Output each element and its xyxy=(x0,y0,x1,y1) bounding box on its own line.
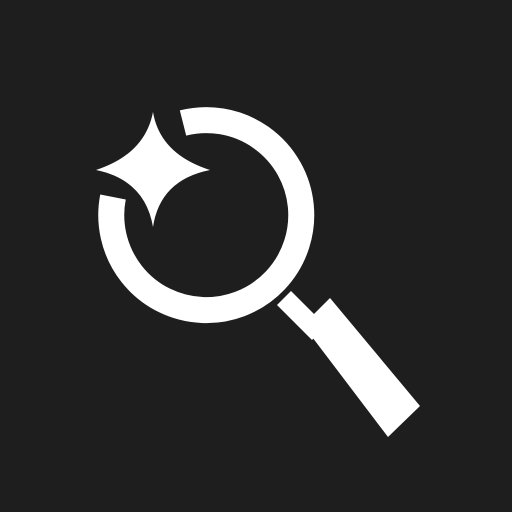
magnifier-sparkle-icon xyxy=(0,0,512,512)
app-icon-tile xyxy=(0,0,512,512)
icon-background xyxy=(0,0,512,512)
